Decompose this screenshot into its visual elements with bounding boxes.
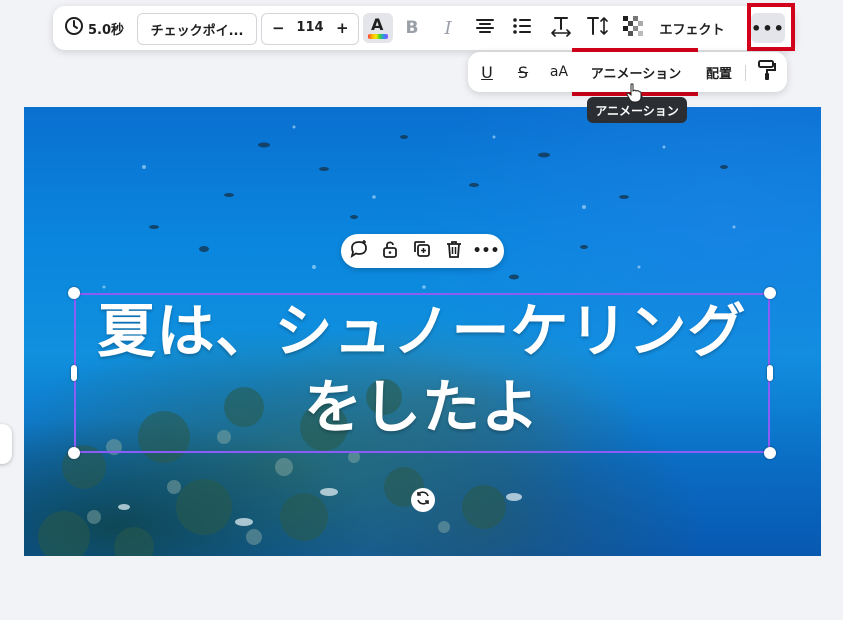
comment-icon xyxy=(349,239,369,263)
element-more-button[interactable]: ••• xyxy=(471,234,501,268)
strikethrough-button[interactable]: S xyxy=(512,52,534,92)
delete-button[interactable] xyxy=(439,234,469,268)
list-button[interactable] xyxy=(508,6,536,50)
list-icon xyxy=(512,17,532,39)
decrease-font-size-button[interactable]: − xyxy=(272,19,285,37)
font-family-selector[interactable]: チェックポイ... xyxy=(137,13,257,45)
font-size-control: − 114 + xyxy=(261,13,359,45)
letter-case-button[interactable]: aA xyxy=(546,52,572,92)
transparency-button[interactable] xyxy=(620,6,646,50)
headline-line-1: 夏は、シュノーケリング xyxy=(97,297,747,365)
copy-style-button[interactable] xyxy=(753,52,781,92)
layout-button[interactable]: 配置 xyxy=(701,52,737,92)
rotate-icon xyxy=(415,490,431,510)
headline-line-2: をしたよ xyxy=(303,373,540,441)
font-name: チェックポイ... xyxy=(150,23,244,39)
italic-button[interactable]: I xyxy=(435,6,461,50)
toolbar-divider xyxy=(745,65,746,81)
spacing-button[interactable] xyxy=(546,6,576,50)
duration-label: 5.0秒 xyxy=(87,22,125,38)
comment-button[interactable] xyxy=(344,234,374,268)
color-bar xyxy=(368,34,388,39)
lock-icon xyxy=(381,239,399,263)
transparency-icon xyxy=(623,16,643,40)
more-icon: ••• xyxy=(751,18,785,38)
bold-button[interactable]: B xyxy=(399,6,425,50)
side-panel-toggle[interactable] xyxy=(0,424,12,464)
clock-icon xyxy=(64,16,84,40)
resize-handle-bottom-left[interactable] xyxy=(68,447,80,459)
align-icon xyxy=(475,17,495,39)
align-button[interactable] xyxy=(471,6,499,50)
element-context-menu: ••• xyxy=(341,234,504,268)
paint-roller-icon xyxy=(757,59,777,85)
text-orientation-button[interactable] xyxy=(581,6,615,50)
rotate-button[interactable] xyxy=(411,488,435,512)
resize-handle-bottom-right[interactable] xyxy=(764,447,776,459)
resize-handle-right[interactable] xyxy=(767,365,773,381)
headline-text[interactable]: 夏は、シュノーケリング をしたよ xyxy=(74,293,770,453)
text-color-icon: A xyxy=(371,15,384,34)
duplicate-button[interactable] xyxy=(407,234,437,268)
duplicate-icon xyxy=(412,239,432,263)
duration-button[interactable]: 5.0秒 xyxy=(61,6,127,50)
text-color-button[interactable]: A xyxy=(363,13,393,43)
more-options-button[interactable]: ••• xyxy=(751,13,785,43)
hand-cursor-icon xyxy=(626,83,642,107)
effect-button[interactable]: エフェクト xyxy=(655,6,729,50)
trash-icon xyxy=(445,239,463,263)
resize-handle-top-right[interactable] xyxy=(764,287,776,299)
increase-font-size-button[interactable]: + xyxy=(336,19,349,37)
text-orientation-icon xyxy=(586,15,610,41)
resize-handle-left[interactable] xyxy=(71,365,77,381)
underline-button[interactable]: U xyxy=(476,52,498,92)
resize-handle-top-left[interactable] xyxy=(68,287,80,299)
letter-spacing-icon xyxy=(550,15,572,41)
lock-button[interactable] xyxy=(375,234,405,268)
text-toolbar: 5.0秒 チェックポイ... − 114 + A B I エフェクト ••• xyxy=(53,6,795,50)
font-size-input[interactable]: 114 xyxy=(292,20,328,35)
